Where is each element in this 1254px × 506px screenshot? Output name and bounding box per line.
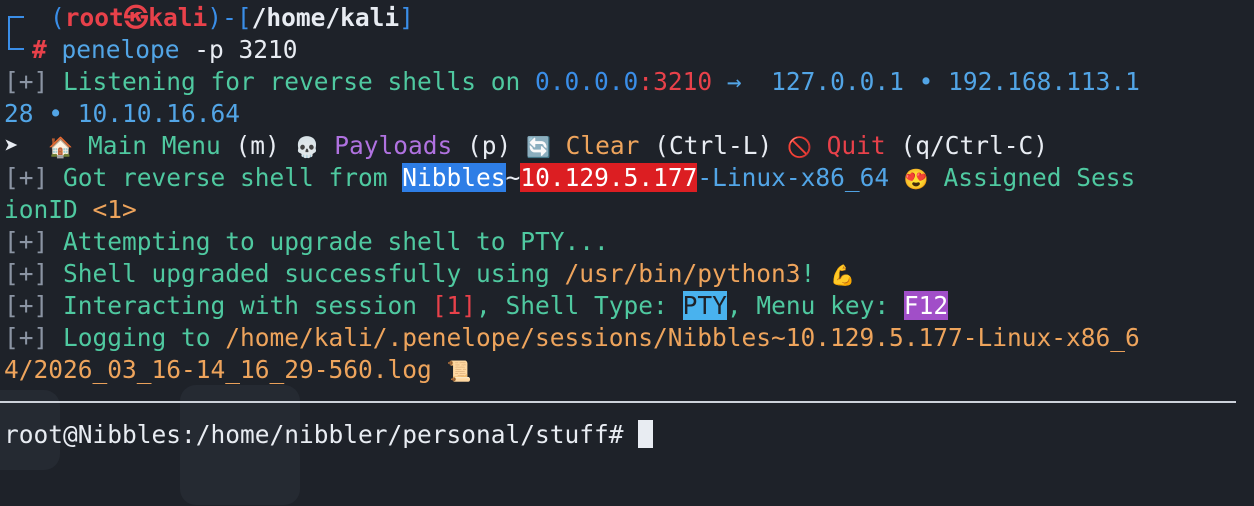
heart-eyes-icon: 😍: [903, 167, 929, 191]
bracket: -[: [222, 3, 252, 32]
listen-text: Listening for reverse shells on: [48, 67, 536, 96]
shell-type-label: , Shell Type:: [476, 291, 683, 320]
flexed-biceps-icon: 💪: [830, 263, 855, 287]
assigned-text: Assigned Sess: [928, 163, 1136, 192]
command-name: penelope: [61, 35, 180, 64]
terminal-window[interactable]: (root㉿kali)-[/home/kali] # penelope -p 3…: [0, 0, 1254, 506]
status-tag: [+]: [4, 67, 49, 96]
paren: (: [50, 3, 65, 32]
prohibited-icon: 🚫: [786, 135, 812, 159]
menu-line: ➤ 🏠 Main Menu (m) 💀 Payloads (p) 🔄 Clear…: [4, 130, 1048, 162]
home-icon: 🏠: [48, 135, 74, 159]
quit-key: (q/Ctrl-C): [900, 131, 1048, 160]
status-tag: [+]: [4, 227, 49, 256]
divider: [0, 401, 1236, 403]
listen-ip: 10.10.16.64: [77, 99, 241, 128]
prompt-hash: #: [32, 35, 47, 64]
shell-prompt-line[interactable]: root@Nibbles:/home/nibbler/personal/stuf…: [4, 419, 654, 451]
logging-text: Logging to: [48, 323, 226, 352]
prompt-path: /home/kali: [251, 3, 400, 32]
session-id: <1>: [92, 195, 137, 224]
shell-type: PTY: [682, 291, 727, 320]
got-shell-text: Got reverse shell from: [48, 163, 403, 192]
log-path: 4/2026_03_16-14_16_29-560.log: [4, 355, 432, 384]
clear-label[interactable]: Clear: [566, 131, 640, 160]
attempt-line: [+] Attempting to upgrade shell to PTY..…: [4, 226, 609, 258]
payloads-label[interactable]: Payloads: [334, 131, 452, 160]
refresh-icon: 🔄: [526, 135, 551, 159]
separator: •: [33, 99, 78, 128]
text-cursor[interactable]: [638, 420, 654, 448]
listen-ip: 192.168.113.1: [948, 67, 1140, 96]
scroll-icon: 📜: [446, 359, 472, 383]
skull-icon: 💀: [294, 135, 320, 159]
colon: :: [638, 67, 654, 96]
command-args: -p 3210: [179, 35, 298, 64]
prompt-user: root: [64, 3, 124, 32]
menu-key: F12: [903, 291, 949, 320]
python-binary: /usr/bin/python3: [564, 259, 801, 288]
attempt-text: Attempting to upgrade shell to PTY...: [48, 227, 609, 256]
listen-line: [+] Listening for reverse shells on 0.0.…: [4, 66, 1140, 98]
status-tag: [+]: [4, 259, 49, 288]
bind-port: 3210: [653, 67, 713, 96]
interacting-text: Interacting with session: [48, 291, 432, 320]
logging-line: [+] Logging to /home/kali/.penelope/sess…: [4, 322, 1140, 354]
payloads-key: (p): [466, 131, 512, 160]
listen-ip: 127.0.0.1: [771, 67, 904, 96]
remote-ip: 10.129.5.177: [520, 163, 698, 192]
command-line: # penelope -p 3210: [32, 34, 298, 66]
upgraded-line: [+] Shell upgraded successfully using /u…: [4, 258, 855, 290]
logging-line-wrap: 4/2026_03_16-14_16_29-560.log 📜: [4, 354, 471, 386]
got-shell-line-wrap: ionID <1>: [4, 194, 137, 226]
prompt-bracket: [8, 32, 24, 50]
menu-key-label: , Menu key:: [726, 291, 904, 320]
bind-ip: 0.0.0.0: [535, 67, 639, 96]
tilde: ~: [505, 163, 521, 192]
prompt-host: kali: [148, 3, 208, 32]
main-menu-key: (m): [235, 131, 280, 160]
separator: •: [903, 67, 949, 96]
assigned-text: ionID: [4, 195, 93, 224]
shell-prompt: root@Nibbles:/home/nibbler/personal/stuf…: [4, 420, 639, 449]
main-menu-label[interactable]: Main Menu: [88, 131, 221, 160]
quit-label[interactable]: Quit: [827, 131, 886, 160]
interacting-line: [+] Interacting with session [1], Shell …: [4, 290, 949, 322]
remote-host: Nibbles: [402, 163, 506, 192]
clear-key: (Ctrl-L): [654, 131, 773, 160]
prompt-header: (root㉿kali)-[/home/kali]: [50, 2, 414, 34]
bang: !: [800, 259, 816, 288]
paren: ): [207, 3, 223, 32]
at-symbol-icon: ㉿: [123, 3, 149, 32]
bracket: ]: [399, 3, 414, 32]
listen-ip: 28: [4, 99, 34, 128]
status-tag: [+]: [4, 323, 49, 352]
log-path: /home/kali/.penelope/sessions/Nibbles~10…: [225, 323, 1140, 352]
got-shell-line: [+] Got reverse shell from Nibbles~10.12…: [4, 162, 1135, 194]
status-tag: [+]: [4, 291, 49, 320]
pointer-icon: ➤: [4, 131, 19, 160]
status-tag: [+]: [4, 163, 49, 192]
session-number: [1]: [431, 291, 477, 320]
arrow: →: [712, 67, 772, 96]
remote-platform: -Linux-x86_64: [697, 163, 890, 192]
listen-line-wrap: 28 • 10.10.16.64: [4, 98, 240, 130]
upgraded-text: Shell upgraded successfully using: [48, 259, 565, 288]
